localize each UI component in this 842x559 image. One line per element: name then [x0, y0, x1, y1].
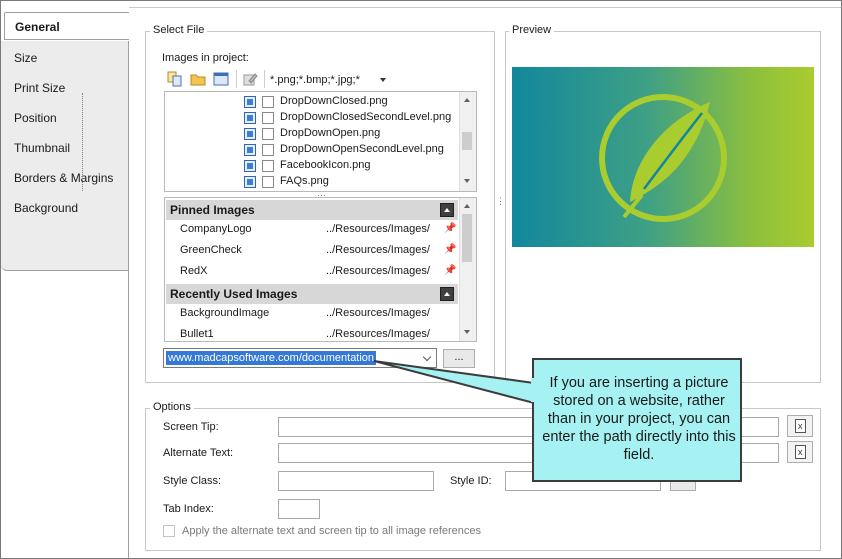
edit-image-icon[interactable]	[242, 71, 258, 87]
tab-position[interactable]: Position	[8, 105, 120, 131]
pinned-images-header[interactable]: Pinned Images	[166, 200, 458, 220]
pinned-image-name: GreenCheck	[180, 244, 242, 256]
recently-used-header[interactable]: Recently Used Images	[166, 284, 458, 304]
tab-index-field[interactable]	[278, 499, 320, 519]
pin-icon[interactable]: 📌	[444, 240, 456, 260]
scroll-up-icon[interactable]	[464, 204, 470, 208]
list-item[interactable]: DropDownClosed.png	[244, 94, 464, 110]
vertical-splitter-grip-icon[interactable]: ⋮	[496, 196, 505, 207]
recent-image-name: Bullet1	[180, 328, 214, 340]
edit-document-icon	[795, 445, 806, 459]
file-checkbox[interactable]	[262, 96, 274, 108]
options-label: Options	[150, 401, 194, 413]
preview-image	[512, 67, 814, 247]
pin-icon[interactable]: 📌	[444, 261, 456, 281]
tab-general[interactable]: General	[4, 12, 129, 40]
scroll-up-icon[interactable]	[464, 98, 470, 102]
file-name: DropDownOpenSecondLevel.png	[280, 143, 444, 155]
callout-pointer-join	[531, 378, 535, 402]
file-name: DropDownClosedSecondLevel.png	[280, 111, 452, 123]
pinned-image-name: CompanyLogo	[180, 223, 252, 235]
list-item[interactable]: DropDownOpenSecondLevel.png	[244, 142, 464, 158]
file-checkbox[interactable]	[262, 128, 274, 140]
list-item[interactable]: FacebookIcon.png	[244, 158, 464, 174]
toolbar-separator	[236, 70, 237, 88]
callout-text: If you are inserting a picture stored on…	[542, 375, 736, 463]
tab-thumbnail[interactable]: Thumbnail	[8, 135, 120, 161]
callout-pointer	[373, 360, 535, 405]
scroll-down-icon[interactable]	[464, 330, 470, 334]
image-path-value[interactable]: www.madcapsoftware.com/documentation	[166, 351, 377, 365]
edit-document-icon	[795, 419, 806, 433]
list-item[interactable]: DropDownClosedSecondLevel.png	[244, 110, 464, 126]
style-id-label: Style ID:	[450, 475, 492, 487]
alternate-text-edit-button[interactable]	[787, 441, 813, 463]
pinned-image-path: ../Resources/Images/	[326, 265, 430, 277]
image-file-icon	[244, 160, 256, 172]
image-file-icon	[244, 144, 256, 156]
pinned-image-path: ../Resources/Images/	[326, 244, 430, 256]
style-class-label: Style Class:	[163, 475, 222, 487]
file-name: DropDownClosed.png	[280, 95, 388, 107]
apply-to-all-checkbox[interactable]	[163, 525, 175, 537]
callout-box: If you are inserting a picture stored on…	[532, 358, 742, 482]
select-file-label: Select File	[150, 24, 208, 36]
file-name: DropDownOpen.png	[280, 127, 381, 139]
pinned-image-path: ../Resources/Images/	[326, 223, 430, 235]
recent-image-path: ../Resources/Images/	[326, 328, 430, 340]
apply-to-all-label: Apply the alternate text and screen tip …	[182, 525, 482, 537]
file-name: FacebookIcon.png	[280, 159, 371, 171]
tab-strip-border	[128, 271, 129, 558]
file-checkbox[interactable]	[262, 176, 274, 188]
list-item[interactable]: CompanyLogo ../Resources/Images/ 📌	[166, 219, 458, 239]
file-name: FAQs.png	[280, 175, 329, 187]
list-item[interactable]: BackgroundImage ../Resources/Images/	[166, 303, 458, 323]
pin-icon[interactable]: 📌	[444, 219, 456, 239]
image-file-icon	[244, 96, 256, 108]
scroll-down-icon[interactable]	[464, 179, 470, 183]
list-item[interactable]: Bullet1 ../Resources/Images/	[166, 324, 458, 344]
recent-image-name: BackgroundImage	[180, 307, 270, 319]
tree-connector-line	[82, 93, 83, 191]
tab-background[interactable]: Background	[8, 195, 120, 221]
style-class-field[interactable]	[278, 471, 434, 491]
list-item[interactable]: GreenCheck ../Resources/Images/ 📌	[166, 240, 458, 260]
file-filter-dropdown[interactable]: *.png;*.bmp;*.jpg;*	[270, 73, 390, 87]
screen-tip-label: Screen Tip:	[163, 421, 219, 433]
image-file-icon	[244, 112, 256, 124]
view-icon[interactable]	[213, 71, 229, 87]
collapse-pinned-icon[interactable]	[440, 203, 454, 217]
images-in-project-label: Images in project:	[162, 52, 249, 64]
file-checkbox[interactable]	[262, 160, 274, 172]
tab-print-size[interactable]: Print Size	[8, 75, 120, 101]
list-item[interactable]: FAQs.png	[244, 174, 464, 190]
image-file-icon	[244, 176, 256, 188]
preview-label: Preview	[509, 24, 555, 36]
list-item[interactable]: RedX ../Resources/Images/ 📌	[166, 261, 458, 281]
recent-image-path: ../Resources/Images/	[326, 307, 430, 319]
filter-dropdown-arrow-icon[interactable]	[380, 78, 386, 82]
scroll-thumb[interactable]	[462, 214, 472, 262]
feather-logo-icon	[599, 94, 727, 222]
image-file-icon	[244, 128, 256, 140]
pinned-image-name: RedX	[180, 265, 208, 277]
scroll-thumb[interactable]	[462, 132, 472, 150]
screen-tip-edit-button[interactable]	[787, 415, 813, 437]
toolbar-separator-2	[264, 70, 265, 88]
tab-size[interactable]: Size	[8, 45, 120, 71]
list-item[interactable]: DropDownOpen.png	[244, 126, 464, 142]
file-checkbox[interactable]	[262, 112, 274, 124]
collapse-recent-icon[interactable]	[440, 287, 454, 301]
tree-scrollbar[interactable]	[459, 92, 476, 191]
copy-icon[interactable]	[167, 71, 183, 87]
tab-index-label: Tab Index:	[163, 503, 214, 515]
top-divider	[129, 0, 841, 8]
file-checkbox[interactable]	[262, 144, 274, 156]
alternate-text-label: Alternate Text:	[163, 447, 234, 459]
folder-icon[interactable]	[190, 71, 206, 87]
pinned-scrollbar[interactable]	[459, 198, 476, 341]
tab-borders-margins[interactable]: Borders & Margins	[8, 165, 120, 191]
